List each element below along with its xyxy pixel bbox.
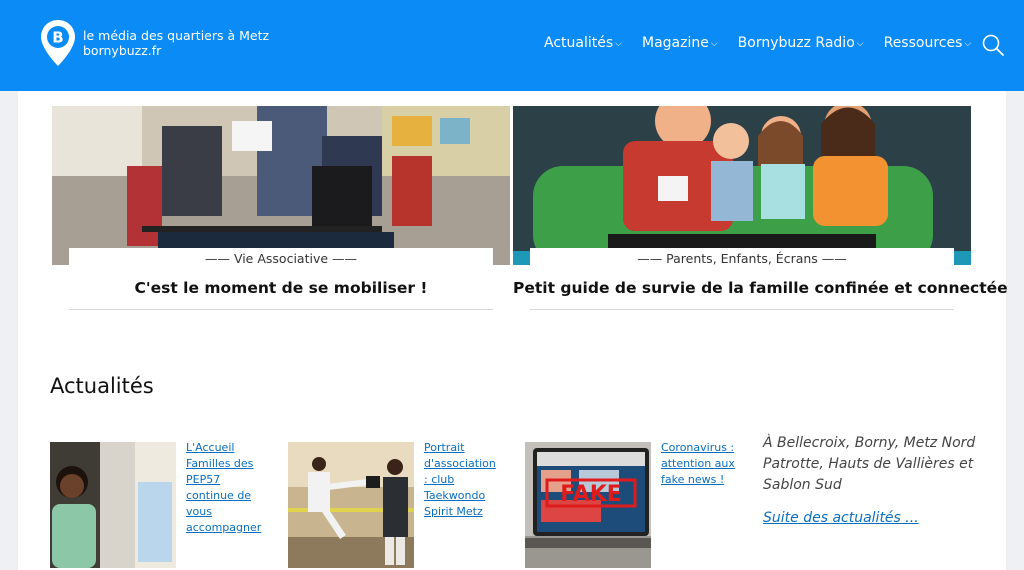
main-content: —— Vie Associative —— C'est le moment de… bbox=[18, 91, 1008, 570]
dash-line: —— bbox=[817, 251, 847, 266]
coverage-text: À Bellecroix, Borny, Metz Nord Patrotte,… bbox=[763, 435, 976, 493]
nav-magazine[interactable]: Magazine ⌵ bbox=[642, 35, 718, 51]
nav-ressources[interactable]: Ressources ⌵ bbox=[884, 35, 972, 51]
site-domain: bornybuzz.fr bbox=[83, 43, 162, 58]
logo-letter: B bbox=[52, 29, 63, 47]
chevron-down-icon: ⌵ bbox=[710, 39, 718, 49]
chevron-down-icon: ⌵ bbox=[615, 39, 622, 49]
nav-label: Actualités bbox=[544, 35, 614, 51]
feature-category[interactable]: —— Parents, Enfants, Écrans —— bbox=[530, 248, 954, 268]
nav-radio[interactable]: Bornybuzz Radio ⌵ bbox=[738, 35, 864, 51]
search-icon[interactable] bbox=[981, 33, 1005, 57]
site-header: B le média des quartiers à Metz bornybuz… bbox=[0, 0, 1024, 91]
category-label: Vie Associative bbox=[233, 251, 329, 266]
divider bbox=[69, 309, 493, 310]
news-link[interactable]: Coronavirus : attention aux fake news ! bbox=[661, 440, 739, 488]
nav-actualites[interactable]: Actualités ⌵ bbox=[544, 35, 622, 51]
main-nav: Actualités ⌵ Magazine ⌵ Bornybuzz Radio ⌵ R… bbox=[544, 35, 991, 51]
divider bbox=[530, 309, 954, 310]
feature-image[interactable] bbox=[513, 106, 971, 265]
fake-stamp: FAKE bbox=[560, 482, 622, 507]
chevron-down-icon: ⌵ bbox=[856, 39, 864, 49]
logo-text[interactable]: le média des quartiers à Metz bornybuzz.… bbox=[83, 28, 269, 58]
news-link[interactable]: Portrait d'association : club Taekwondo … bbox=[424, 440, 502, 520]
feature-title[interactable]: Petit guide de survie de la famille conf… bbox=[513, 279, 1008, 297]
logo-pin-icon[interactable]: B bbox=[40, 19, 76, 67]
feature-image[interactable] bbox=[52, 106, 510, 265]
chevron-down-icon: ⌵ bbox=[964, 39, 972, 49]
section-heading: Actualités bbox=[50, 374, 154, 398]
nav-label: Magazine bbox=[641, 35, 709, 51]
dash-line: —— bbox=[328, 251, 358, 266]
dash-line: —— bbox=[204, 251, 234, 266]
feature-title[interactable]: C'est le moment de se mobiliser ! bbox=[52, 279, 510, 297]
nav-label: Bornybuzz Radio bbox=[737, 35, 855, 51]
news-thumbnail[interactable] bbox=[288, 442, 414, 568]
news-thumbnail[interactable]: FAKE bbox=[525, 442, 651, 568]
category-label: Parents, Enfants, Écrans bbox=[666, 251, 818, 266]
dash-line: —— bbox=[637, 251, 667, 266]
news-link[interactable]: L'Accueil Familles des PEP57 continue de… bbox=[186, 440, 264, 536]
news-thumbnail[interactable] bbox=[50, 442, 176, 568]
feature-category[interactable]: —— Vie Associative —— bbox=[69, 248, 493, 268]
more-news-link[interactable]: Suite des actualités ... bbox=[763, 510, 919, 526]
site-tagline: le média des quartiers à Metz bbox=[83, 28, 270, 43]
nav-label: Ressources bbox=[883, 35, 963, 51]
